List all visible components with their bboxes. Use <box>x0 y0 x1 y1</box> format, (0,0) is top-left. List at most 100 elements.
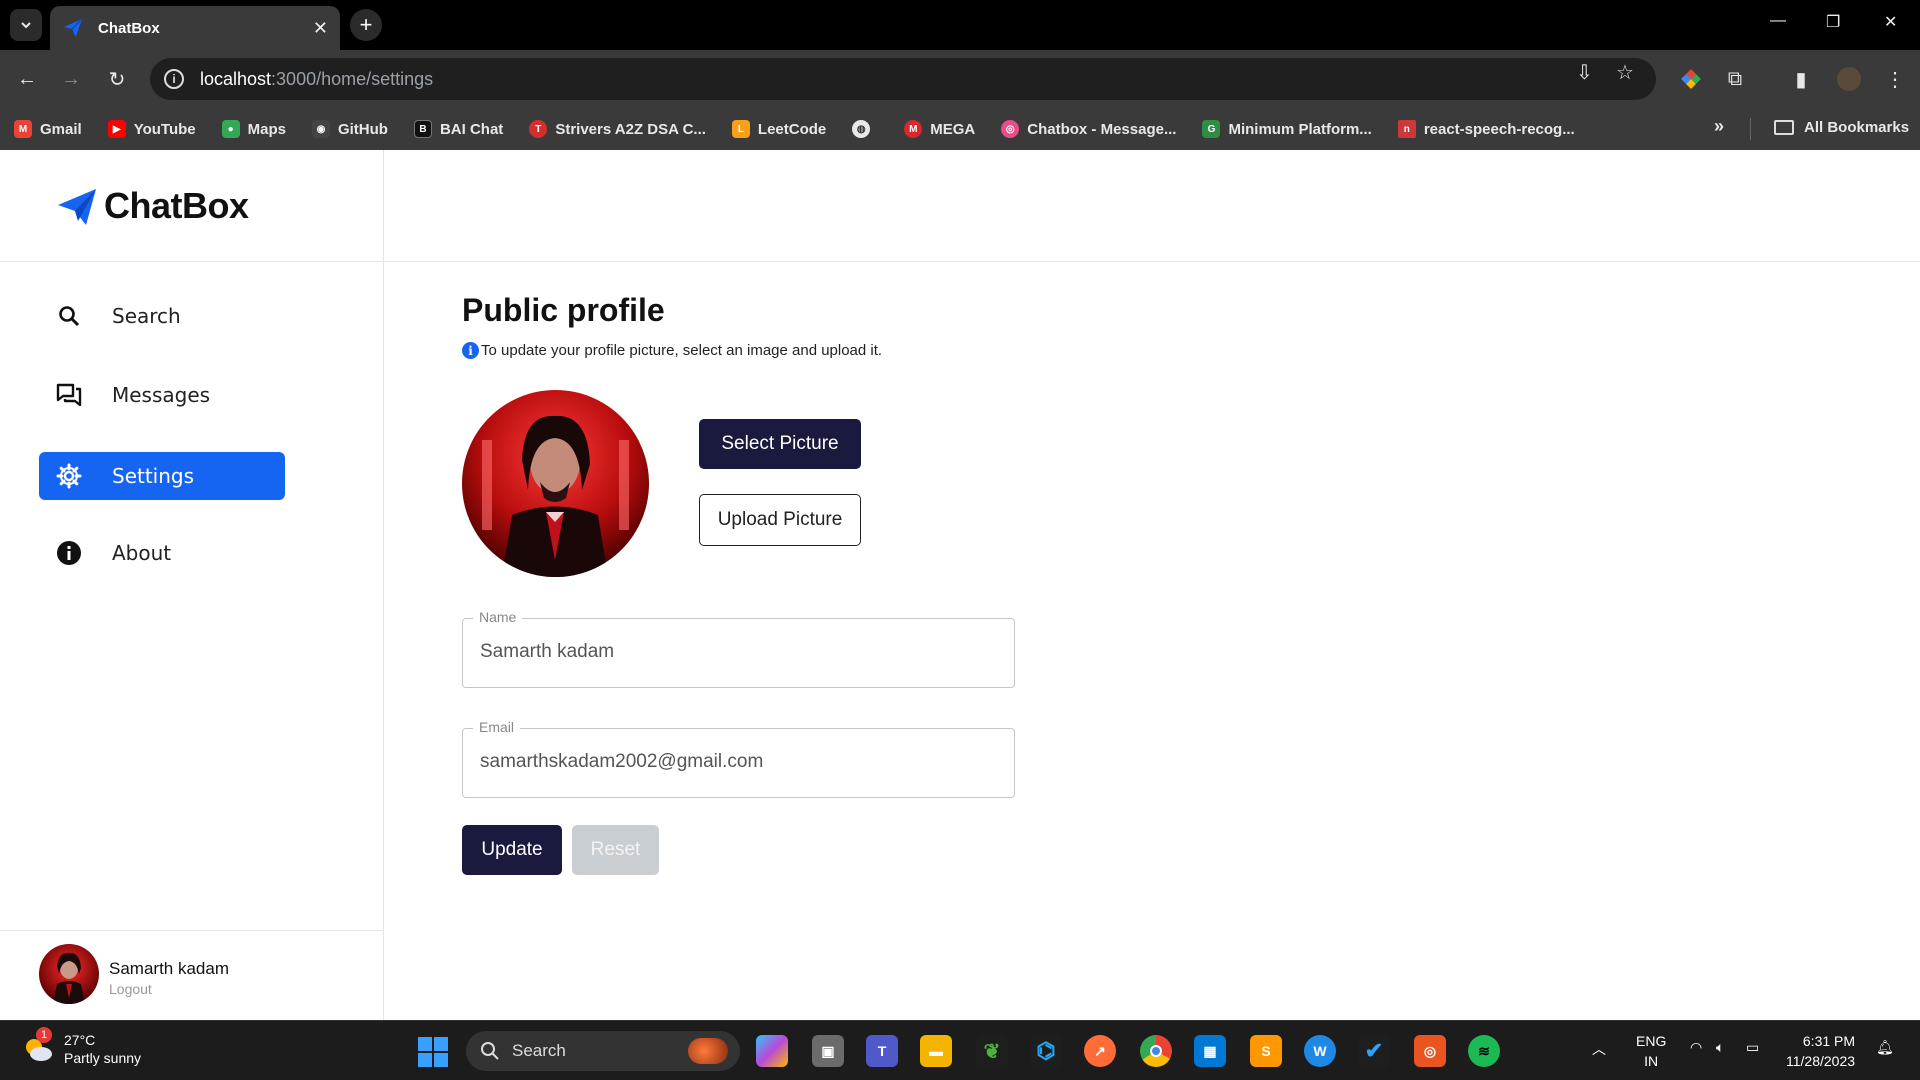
nav-item-messages[interactable]: Messages <box>39 371 285 419</box>
chrome-icon[interactable] <box>1140 1035 1172 1067</box>
browser-toolbar: ← → ↻ i localhost:3000/home/settings ⇩ ☆… <box>0 50 1920 108</box>
language-indicator[interactable]: ENG IN <box>1636 1031 1666 1071</box>
reset-button[interactable]: Reset <box>572 825 659 875</box>
email-field[interactable]: Email samarthskadam2002@gmail.com <box>462 719 1015 798</box>
taskbar-search-label: Search <box>512 1041 566 1060</box>
chatbox-app: ChatBox Search Messages Settings About S… <box>0 150 1920 1020</box>
bookmark-gmail[interactable]: M Gmail <box>14 120 82 138</box>
sidebar: ChatBox Search Messages Settings About S… <box>0 150 384 1020</box>
browser-tab-chatbox[interactable]: ChatBox ✕ <box>50 6 340 50</box>
volume-icon[interactable]: 🔈︎ <box>1716 1039 1724 1056</box>
bookmark-globe[interactable]: ◍ <box>852 120 878 138</box>
tab-title: ChatBox <box>98 19 160 37</box>
nav-item-settings[interactable]: Settings <box>39 452 285 500</box>
reload-icon[interactable]: ↻ <box>102 64 132 94</box>
file-explorer-icon[interactable]: ▬ <box>920 1035 952 1067</box>
clock-time: 6:31 PM <box>1802 1033 1856 1049</box>
select-picture-button[interactable]: Select Picture <box>699 419 861 469</box>
logout-link[interactable]: Logout <box>109 981 152 997</box>
profile-avatar-icon[interactable] <box>1834 64 1864 94</box>
all-bookmarks-button[interactable]: All Bookmarks <box>1774 119 1909 136</box>
bookmark-youtube[interactable]: ▶ YouTube <box>107 120 196 138</box>
restore-icon[interactable]: ❐ <box>1826 12 1840 32</box>
bookmark-mega[interactable]: M MEGA <box>904 120 975 138</box>
page-title: Public profile <box>462 292 665 328</box>
spotify-icon[interactable]: ≋ <box>1468 1035 1500 1067</box>
battery-icon[interactable]: ▭ <box>1746 1039 1759 1056</box>
more-bookmarks-icon[interactable]: » <box>1714 116 1724 137</box>
taskbar-search[interactable]: Search <box>466 1031 740 1071</box>
weather-widget[interactable]: 1 27°C Partly sunny <box>22 1027 142 1067</box>
forward-arrow-icon[interactable]: → <box>56 64 86 94</box>
task-view-icon[interactable]: ▣ <box>812 1035 844 1067</box>
chevron-down-icon <box>21 22 31 29</box>
settings-panel: Public profile i To update your profile … <box>384 262 1920 1020</box>
windows-start-icon[interactable] <box>418 1037 448 1067</box>
upload-picture-button[interactable]: Upload Picture <box>699 494 861 546</box>
gmail-icon: M <box>14 120 32 138</box>
bookmark-react-speech[interactable]: n react-speech-recog... <box>1397 120 1575 138</box>
postman-icon[interactable]: ↗ <box>1084 1035 1116 1067</box>
paper-plane-logo-icon <box>58 188 96 225</box>
more-menu-icon[interactable]: ⋮ <box>1880 64 1910 94</box>
weather-desc: Partly sunny <box>64 1050 142 1066</box>
nav-label-settings: Settings <box>112 464 195 488</box>
tab-search-button[interactable] <box>10 9 42 41</box>
globe-icon: ◍ <box>852 120 871 138</box>
extensions-puzzle-icon[interactable]: ⧉ <box>1720 64 1750 94</box>
teams-icon[interactable]: T <box>866 1035 898 1067</box>
ubuntu-icon[interactable]: ◎ <box>1414 1035 1446 1067</box>
bookmark-maps[interactable]: ● Maps <box>221 120 286 138</box>
window-close-icon[interactable]: ✕ <box>1884 12 1897 32</box>
weather-temp: 27°C <box>64 1032 96 1048</box>
windows-taskbar: 1 27°C Partly sunny Search ▣ T ▬ ❦ ⌬ ↗ ▦… <box>0 1020 1920 1080</box>
new-tab-button[interactable]: + <box>350 9 382 41</box>
gfg-icon: G <box>1202 120 1221 138</box>
email-field-value: samarthskadam2002@gmail.com <box>480 751 764 772</box>
tab-close-icon[interactable]: ✕ <box>313 18 328 39</box>
bookmark-star-icon[interactable]: ☆ <box>1616 60 1634 85</box>
back-arrow-icon[interactable]: ← <box>12 64 42 94</box>
bookmark-github[interactable]: ◉ GitHub <box>311 120 388 138</box>
info-icon <box>55 539 83 567</box>
nav-label-about: About <box>112 541 172 565</box>
nav-item-search[interactable]: Search <box>39 292 285 340</box>
word-icon[interactable]: W <box>1304 1035 1336 1067</box>
maps-icon: ● <box>221 120 240 138</box>
address-bar[interactable]: i localhost:3000/home/settings <box>150 58 1656 100</box>
bookmark-strivers[interactable]: T Strivers A2Z DSA C... <box>529 120 706 138</box>
bookmark-gfg[interactable]: G Minimum Platform... <box>1202 120 1372 138</box>
site-info-icon[interactable]: i <box>164 69 184 89</box>
todo-icon[interactable]: ✔ <box>1358 1035 1390 1067</box>
side-panel-icon[interactable]: ▮ <box>1786 64 1816 94</box>
color-extension-icon[interactable] <box>1676 64 1706 94</box>
clock[interactable]: 6:31 PM 11/28/2023 <box>1786 1031 1855 1071</box>
baichat-icon: B <box>413 120 432 138</box>
sublime-text-icon[interactable]: S <box>1250 1035 1282 1067</box>
bookmarks-bar: M Gmail ▶ YouTube ● Maps ◉ GitHub B BAI Chat … <box>0 108 1920 150</box>
mega-icon: M <box>904 120 923 138</box>
search-icon <box>55 302 83 330</box>
wifi-icon[interactable]: ◠ <box>1690 1039 1702 1056</box>
mongodb-icon[interactable]: ❦ <box>976 1035 1008 1067</box>
nav-item-about[interactable]: About <box>39 529 285 577</box>
vscode-icon[interactable]: ⌬ <box>1030 1035 1062 1067</box>
update-button[interactable]: Update <box>462 825 562 875</box>
avatar[interactable] <box>39 944 99 1004</box>
notification-bell-icon[interactable]: 🔔︎ <box>1876 1039 1894 1056</box>
messages-icon <box>55 381 83 409</box>
chevron-up-icon[interactable]: ︿ <box>1592 1039 1606 1059</box>
copilot-icon[interactable] <box>756 1035 788 1067</box>
github-icon: ◉ <box>311 120 330 138</box>
info-circle-icon: i <box>462 342 479 359</box>
install-app-icon[interactable]: ⇩ <box>1576 60 1593 85</box>
minimize-icon[interactable]: — <box>1770 12 1786 30</box>
bookmark-chatbox-dribbble[interactable]: ◎ Chatbox - Message... <box>1001 120 1176 138</box>
search-highlight-icon <box>688 1038 728 1064</box>
bookmark-leetcode[interactable]: L LeetCode <box>731 120 826 138</box>
name-field[interactable]: Name Samarth kadam <box>462 609 1015 688</box>
ms-store-icon[interactable]: ▦ <box>1194 1035 1226 1067</box>
logo[interactable]: ChatBox <box>0 150 384 262</box>
bookmark-baichat[interactable]: B BAI Chat <box>413 120 503 138</box>
main-header <box>384 150 1920 262</box>
